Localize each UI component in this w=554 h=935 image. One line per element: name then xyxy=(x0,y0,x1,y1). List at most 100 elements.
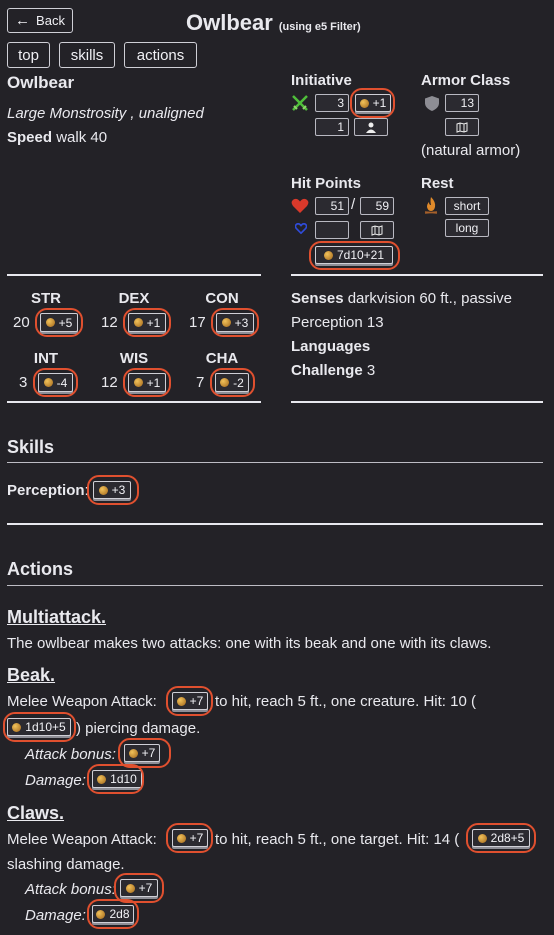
divider xyxy=(7,462,543,463)
short-rest-label: short xyxy=(453,199,481,213)
long-rest-label: long xyxy=(455,221,479,235)
highlight-ring xyxy=(3,712,76,742)
long-rest-button[interactable]: long xyxy=(445,219,489,237)
multiattack-name: Multiattack. xyxy=(7,607,107,627)
skills-title: Skills xyxy=(7,437,55,457)
speed-line: Speed walk 40 xyxy=(7,129,107,146)
speed-label: Speed xyxy=(7,129,53,146)
initiative-value-text: 3 xyxy=(337,96,344,110)
beak-name: Beak. xyxy=(7,665,56,685)
divider xyxy=(7,274,261,276)
senses-line: Senses darkvision 60 ft., passive xyxy=(291,290,512,307)
challenge-label: Challenge xyxy=(291,362,363,379)
ability-label-wis: WIS xyxy=(119,350,149,367)
highlight-ring xyxy=(166,823,213,853)
hp-map-button[interactable] xyxy=(360,221,394,239)
beak-line1-a: Melee Weapon Attack: xyxy=(7,693,157,710)
title-subtitle: (using e5 Filter) xyxy=(278,21,361,33)
initiative-value[interactable]: 3 xyxy=(315,94,349,112)
ability-label-dex: DEX xyxy=(118,290,150,307)
perception-label-text: Perception xyxy=(7,482,85,499)
highlight-ring xyxy=(123,368,171,397)
tab-top[interactable]: top xyxy=(7,42,50,68)
ability-score-str: 20 xyxy=(13,314,30,331)
senses-label: Senses xyxy=(291,290,344,307)
highlight-ring xyxy=(33,368,78,397)
page-title: Owlbear (using e5 Filter) xyxy=(186,10,361,36)
divider xyxy=(7,523,543,525)
initiative-count[interactable]: 1 xyxy=(315,118,349,136)
highlight-ring xyxy=(309,241,400,270)
hp-current-text: 51 xyxy=(330,199,344,213)
heart-icon xyxy=(291,198,309,213)
ability-label-cha: CHA xyxy=(205,350,239,367)
tab-skills[interactable]: skills xyxy=(59,42,115,68)
challenge-line: Challenge 3 xyxy=(291,362,375,379)
highlight-ring xyxy=(87,764,144,794)
languages-label: Languages xyxy=(291,338,371,355)
map-icon xyxy=(456,121,468,133)
ability-score-cha: 7 xyxy=(196,374,205,391)
creature-name: Owlbear xyxy=(7,73,75,92)
hp-max-text: 59 xyxy=(375,199,389,213)
highlight-ring xyxy=(87,899,139,929)
armor-class-note: (natural armor) xyxy=(421,142,521,159)
hp-temp[interactable] xyxy=(315,221,349,239)
tab-skills-label: skills xyxy=(70,46,104,64)
senses-value-2: Perception 13 xyxy=(291,314,384,331)
claws-line1-b: to hit, reach 5 ft., one target. Hit: 14… xyxy=(215,831,460,848)
arrow-left-icon: ← xyxy=(15,12,31,29)
divider xyxy=(291,274,543,276)
ability-label-str: STR xyxy=(31,290,61,307)
divider xyxy=(291,401,543,403)
armor-class-label: Armor Class xyxy=(421,72,511,89)
tab-actions-label: actions xyxy=(136,46,185,64)
short-rest-button[interactable]: short xyxy=(445,197,489,215)
hp-current[interactable]: 51 xyxy=(315,197,349,215)
back-button[interactable]: ← Back xyxy=(7,8,73,33)
highlight-ring xyxy=(211,308,259,337)
hp-max[interactable]: 59 xyxy=(360,197,394,215)
actions-title: Actions xyxy=(7,559,74,579)
senses-value-1: darkvision 60 ft., passive xyxy=(347,290,512,307)
speed-value: walk 40 xyxy=(56,129,108,146)
ability-label-int: INT xyxy=(33,350,59,367)
hp-slash: / xyxy=(351,196,356,213)
beak-line1-b: to hit, reach 5 ft., one creature. Hit: … xyxy=(215,693,476,710)
beak-damage-label: Damage: xyxy=(25,772,86,789)
rest-label: Rest xyxy=(421,175,454,192)
claws-attack-bonus-label: Attack bonus: xyxy=(25,881,116,898)
blue-heart-icon xyxy=(295,223,307,234)
initiative-label: Initiative xyxy=(291,72,352,89)
multiattack-text: The owlbear makes two attacks: one with … xyxy=(7,635,492,652)
tab-actions[interactable]: actions xyxy=(124,42,197,68)
highlight-ring xyxy=(35,308,83,337)
ability-score-int: 3 xyxy=(19,374,28,391)
map-icon xyxy=(371,224,383,236)
claws-damage-label: Damage: xyxy=(25,907,86,924)
ability-score-wis: 12 xyxy=(101,374,118,391)
challenge-value: 3 xyxy=(366,362,376,379)
title-text: Owlbear xyxy=(186,10,273,35)
ability-score-dex: 12 xyxy=(101,314,118,331)
highlight-ring xyxy=(166,686,213,716)
claws-name: Claws. xyxy=(7,803,65,823)
ac-map-button[interactable] xyxy=(445,118,479,136)
claws-line1-a: Melee Weapon Attack: xyxy=(7,831,157,848)
ability-score-con: 17 xyxy=(189,314,206,331)
person-icon xyxy=(366,122,376,133)
person-button[interactable] xyxy=(354,118,388,136)
crossed-swords-icon xyxy=(292,95,308,111)
divider xyxy=(7,585,543,586)
armor-class-value[interactable]: 13 xyxy=(445,94,479,112)
tab-top-label: top xyxy=(18,46,39,64)
beak-attack-bonus-label: Attack bonus: xyxy=(25,746,116,763)
beak-line2-b: ) piercing damage. xyxy=(76,720,201,737)
creature-type: Large Monstrosity , unaligned xyxy=(7,105,204,122)
highlight-ring xyxy=(123,308,171,337)
ability-label-con: CON xyxy=(205,290,239,307)
armor-class-value-text: 13 xyxy=(460,96,474,110)
divider xyxy=(7,401,261,403)
highlight-ring xyxy=(466,823,536,853)
campfire-icon xyxy=(424,197,438,214)
